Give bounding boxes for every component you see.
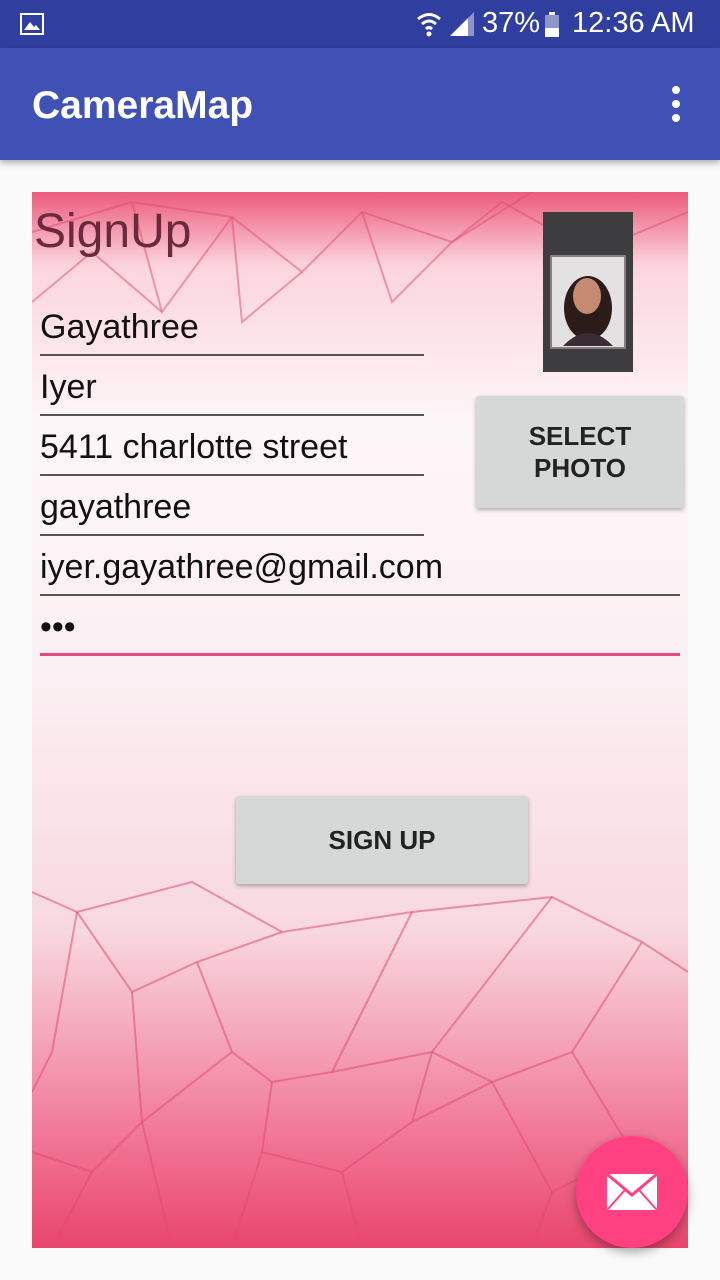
wifi-icon [417, 13, 441, 37]
address-field[interactable]: 5411 charlotte street [40, 420, 424, 476]
signup-card: SignUp Gayathree Iyer 5411 charlotte str… [32, 192, 688, 1248]
battery-percent: 37% [482, 7, 541, 39]
gallery-icon [20, 13, 44, 35]
app-title: CameraMap [32, 84, 254, 127]
password-field[interactable]: ••• [40, 600, 680, 656]
battery-icon [545, 12, 559, 37]
first-name-field[interactable]: Gayathree [40, 300, 424, 356]
signup-button[interactable]: SIGN UP [236, 796, 528, 884]
status-bar: 37% 12:36 AM [0, 0, 720, 48]
signup-button-label: SIGN UP [328, 824, 436, 855]
app-bar: CameraMap [0, 48, 720, 160]
signup-title: SignUp [34, 205, 192, 258]
select-photo-label-line2: PHOTO [534, 453, 626, 483]
select-photo-button[interactable]: SELECT PHOTO [476, 396, 684, 508]
signal-icon [450, 12, 474, 36]
profile-photo [543, 212, 633, 372]
username-field[interactable]: gayathree [40, 480, 424, 536]
clock: 12:36 AM [572, 7, 695, 39]
select-photo-label-line1: SELECT [528, 421, 632, 451]
email-field[interactable]: iyer.gayathree@gmail.com [40, 540, 680, 596]
mail-icon [606, 1173, 658, 1211]
last-name-field[interactable]: Iyer [40, 360, 424, 416]
mail-fab[interactable] [576, 1136, 688, 1248]
more-vert-icon[interactable] [660, 84, 692, 124]
